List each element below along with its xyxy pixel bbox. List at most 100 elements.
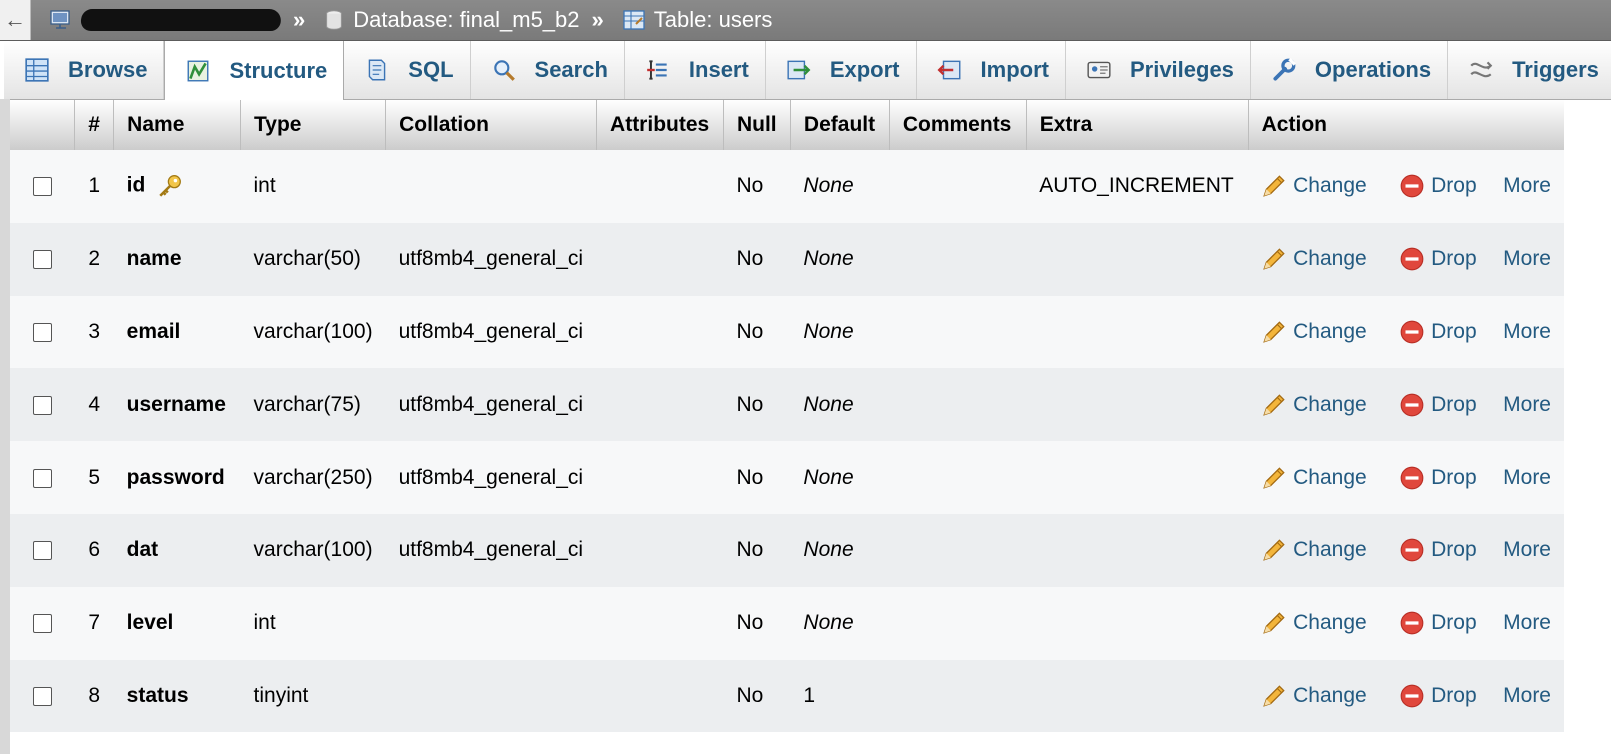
more-link[interactable]: More [1503, 393, 1551, 417]
change-link[interactable]: Change [1261, 610, 1369, 636]
change-link[interactable]: Change [1261, 392, 1369, 418]
column-type: varchar(75) [240, 368, 386, 442]
structure-table: # Name Type Collation Attributes Null De… [10, 100, 1564, 733]
drop-link-label: Drop [1431, 611, 1477, 635]
drop-link[interactable]: Drop [1399, 173, 1503, 199]
action-links: Change Drop More [1261, 319, 1551, 345]
more-link[interactable]: More [1503, 174, 1551, 198]
tab-triggers[interactable]: Triggers [1448, 41, 1611, 99]
row-checkbox[interactable] [32, 468, 52, 488]
more-link[interactable]: More [1503, 466, 1551, 490]
more-link[interactable]: More [1503, 320, 1551, 344]
search-icon [491, 57, 517, 83]
header-comments[interactable]: Comments [889, 100, 1027, 150]
column-extra: AUTO_INCREMENT [1026, 150, 1249, 223]
column-extra [1026, 513, 1249, 587]
row-checkbox[interactable] [32, 250, 52, 270]
change-link[interactable]: Change [1261, 537, 1369, 563]
column-default: None [790, 441, 890, 514]
column-extra [1026, 368, 1249, 442]
column-number: 6 [74, 513, 114, 587]
drop-link-label: Drop [1431, 465, 1477, 489]
sql-icon [364, 57, 390, 83]
more-link[interactable]: More [1503, 247, 1551, 271]
header-null[interactable]: Null [723, 100, 791, 150]
breadcrumb-database-label[interactable]: Database: final_m5_b2 [353, 7, 579, 33]
tab-label: Export [829, 57, 900, 82]
column-null: No [723, 513, 791, 587]
table-row: 3 email varchar(100) utf8mb4_general_ci No No… [10, 295, 1564, 369]
tab-privileges[interactable]: Privileges [1066, 41, 1251, 99]
more-link[interactable]: More [1503, 538, 1551, 562]
table-row: 2 name varchar(50) utf8mb4_general_ci No None… [10, 222, 1564, 296]
column-comments [889, 295, 1027, 369]
more-link-label: More [1503, 611, 1551, 635]
drop-link[interactable]: Drop [1399, 319, 1503, 345]
drop-link[interactable]: Drop [1399, 537, 1503, 563]
table-row: 8 status tinyint No 1 Change Drop More [10, 659, 1564, 733]
drop-link[interactable]: Drop [1399, 465, 1503, 491]
change-link-label: Change [1293, 174, 1367, 198]
drop-link[interactable]: Drop [1399, 246, 1503, 272]
row-checkbox[interactable] [32, 614, 52, 634]
row-checkbox[interactable] [32, 395, 52, 415]
header-type[interactable]: Type [240, 100, 387, 150]
tab-import[interactable]: Import [917, 41, 1066, 99]
column-attributes [596, 150, 724, 223]
row-checkbox[interactable] [32, 177, 52, 197]
tab-sql[interactable]: SQL [344, 41, 471, 99]
breadcrumb-table[interactable]: Table: users [622, 7, 773, 33]
column-comments [889, 368, 1027, 442]
more-link[interactable]: More [1503, 684, 1551, 708]
header-name[interactable]: Name [113, 100, 242, 150]
column-comments [889, 586, 1027, 660]
drop-link[interactable]: Drop [1399, 683, 1503, 709]
header-attributes[interactable]: Attributes [596, 100, 724, 150]
more-link-label: More [1503, 392, 1551, 416]
change-link[interactable]: Change [1261, 173, 1369, 199]
header-default[interactable]: Default [790, 100, 890, 150]
tab-insert[interactable]: Insert [625, 41, 766, 99]
tab-operations[interactable]: Operations [1251, 41, 1449, 99]
header-collation[interactable]: Collation [385, 100, 598, 150]
tab-export[interactable]: Export [766, 41, 917, 99]
row-actions: Change Drop More [1248, 150, 1564, 223]
column-collation: utf8mb4_general_ci [385, 441, 597, 514]
tab-browse[interactable]: Browse [4, 41, 165, 99]
pencil-icon [1261, 319, 1287, 345]
change-link[interactable]: Change [1261, 246, 1369, 272]
column-attributes [596, 586, 724, 660]
table-row: 4 username varchar(75) utf8mb4_general_ci No… [10, 368, 1564, 442]
header-extra[interactable]: Extra [1026, 100, 1249, 150]
table-header-row: # Name Type Collation Attributes Null De… [10, 100, 1564, 150]
back-arrow-icon[interactable]: ← [0, 0, 31, 40]
change-link[interactable]: Change [1261, 465, 1369, 491]
breadcrumb: ← » Database: final_m5_b2 » Table: users [0, 0, 1611, 41]
row-checkbox[interactable] [32, 541, 52, 561]
header-number[interactable]: # [74, 100, 115, 150]
tab-search[interactable]: Search [471, 41, 625, 99]
drop-link[interactable]: Drop [1399, 610, 1503, 636]
row-checkbox[interactable] [32, 686, 52, 706]
tab-structure[interactable]: Structure [164, 41, 345, 100]
structure-icon [185, 58, 211, 84]
pencil-icon [1261, 610, 1287, 636]
column-collation [385, 586, 597, 660]
column-name: id [126, 173, 146, 197]
column-collation: utf8mb4_general_ci [385, 222, 597, 296]
breadcrumb-table-label[interactable]: Table: users [654, 7, 773, 33]
pencil-icon [1261, 683, 1287, 709]
operations-icon [1271, 57, 1297, 83]
change-link-label: Change [1293, 683, 1367, 707]
column-null: No [723, 659, 791, 733]
column-number: 2 [74, 222, 114, 296]
row-checkbox[interactable] [32, 322, 52, 342]
change-link[interactable]: Change [1261, 319, 1369, 345]
change-link[interactable]: Change [1261, 683, 1369, 709]
column-extra [1026, 222, 1249, 296]
breadcrumb-database[interactable]: Database: final_m5_b2 [323, 7, 580, 33]
breadcrumb-server[interactable] [49, 8, 283, 32]
more-link[interactable]: More [1503, 611, 1551, 635]
column-attributes [596, 513, 724, 587]
drop-link[interactable]: Drop [1399, 392, 1503, 418]
